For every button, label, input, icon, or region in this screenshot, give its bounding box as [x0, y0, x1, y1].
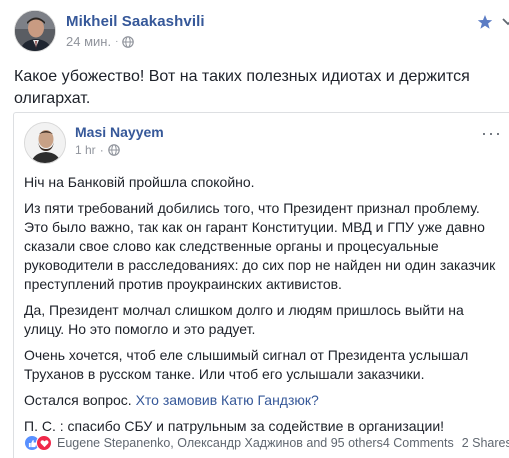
more-options-icon[interactable]: ··· — [481, 124, 502, 142]
shared-author-name[interactable]: Masi Nayyem — [75, 124, 164, 140]
shared-author-avatar[interactable] — [24, 122, 66, 164]
reactions-bar: Eugene Stepanenko, Олександр Хаджинов an… — [24, 433, 509, 453]
post-meta: 24 мин. · — [66, 34, 135, 49]
reactions-names[interactable]: Eugene Stepanenko, Олександр Хаджинов an… — [57, 436, 383, 450]
meta-separator: · — [99, 143, 104, 157]
author-avatar[interactable] — [14, 10, 56, 52]
love-reaction-icon — [36, 435, 52, 451]
shared-paragraph: Ніч на Банковій пройшла спокойно. — [24, 174, 255, 190]
globe-icon[interactable] — [122, 35, 135, 48]
shared-paragraph: Очень хочется, чтоб еле слышимый сигнал … — [24, 347, 469, 382]
engagement-counts: 4 Comments 2 Shares — [383, 436, 509, 450]
post-text: Какое убожество! Вот на таких полезных и… — [14, 68, 470, 107]
post-header: Mikheil Saakashvili 24 мин. · — [14, 10, 509, 54]
shared-post-meta: 1 hr · — [75, 143, 120, 157]
facebook-post: Mikheil Saakashvili 24 мин. · Какое убож… — [0, 0, 509, 458]
question-line: Остался вопрос. Хто замовив Катю Гандзюк… — [24, 391, 506, 410]
author-name[interactable]: Mikheil Saakashvili — [66, 13, 205, 30]
post-time[interactable]: 24 мин. — [66, 34, 111, 49]
shared-post-card[interactable]: Masi Nayyem 1 hr · ··· Ніч на Банковій п… — [13, 112, 509, 458]
shares-count[interactable]: 2 Shares — [462, 436, 509, 450]
shared-paragraph: Да, Президент молчал слишком долго и люд… — [24, 302, 464, 337]
question-link[interactable]: Хто замовив Катю Гандзюк? — [136, 392, 319, 408]
reactions-summary[interactable]: Eugene Stepanenko, Олександр Хаджинов an… — [24, 435, 383, 451]
meta-separator: · — [115, 36, 119, 47]
chevron-down-icon[interactable] — [501, 16, 509, 28]
star-icon[interactable] — [477, 14, 493, 30]
question-prefix: Остался вопрос. — [24, 392, 132, 408]
shared-paragraph: Из пяти требований добились того, что Пр… — [24, 200, 496, 292]
shared-post-text: Ніч на Банковій пройшла спокойно. Из пят… — [24, 173, 506, 443]
globe-icon[interactable] — [107, 144, 120, 156]
comments-count[interactable]: 4 Comments — [383, 436, 454, 450]
shared-post-time[interactable]: 1 hr — [75, 143, 96, 157]
